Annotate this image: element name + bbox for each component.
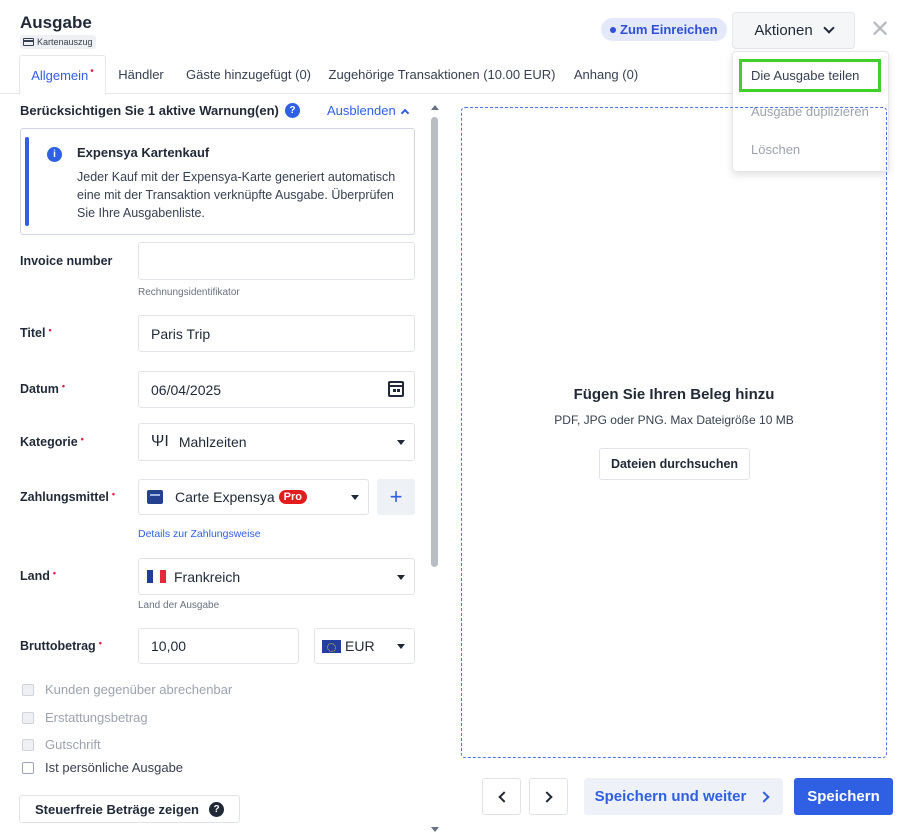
payment-label: Zahlungsmittel •: [20, 489, 116, 504]
info-accent-bar: [25, 137, 29, 226]
required-marker: •: [90, 65, 94, 77]
show-tax-free-label: Steuerfreie Beträge zeigen: [34, 801, 199, 817]
warnings-heading: Berücksichtigen Sie 1 aktive Warnung(en)…: [20, 103, 300, 118]
billable-checkbox-row[interactable]: Kunden gegenüber abrechenbar: [22, 682, 232, 697]
gross-amount-input[interactable]: 10,00: [138, 628, 299, 664]
personal-expense-label: Ist persönliche Ausgabe: [45, 760, 184, 775]
status-label: Zum Einreichen: [620, 22, 718, 37]
hide-warnings-label: Ausblenden: [327, 103, 396, 118]
calendar-icon[interactable]: [388, 381, 404, 397]
personal-expense-checkbox[interactable]: [22, 761, 34, 774]
scroll-thumb[interactable]: [431, 117, 438, 567]
billable-label: Kunden gegenüber abrechenbar: [45, 682, 233, 697]
eu-flag-icon: [322, 639, 341, 653]
credit-note-label: Gutschrift: [45, 737, 101, 752]
refund-checkbox-row[interactable]: Erstattungsbetrag: [22, 710, 148, 725]
menu-item-share[interactable]: Die Ausgabe teilen: [739, 59, 881, 92]
country-value: Frankreich: [174, 568, 241, 585]
tab-bar: Allgemein • Händler Gäste hinzugefügt (0)…: [0, 55, 732, 95]
refund-checkbox[interactable]: [22, 711, 34, 724]
chevron-up-icon: [400, 108, 409, 117]
help-icon: ?: [209, 801, 224, 817]
save-button[interactable]: Speichern: [794, 778, 893, 815]
chevron-left-icon: [497, 790, 510, 803]
payment-details-link[interactable]: Details zur Zahlungsweise: [138, 528, 261, 540]
actions-button[interactable]: Aktionen: [732, 12, 855, 49]
currency-value: EUR: [345, 638, 375, 654]
caret-down-icon: [397, 440, 405, 445]
scroll-up-arrow-icon[interactable]: [431, 105, 439, 110]
form-scrollbar[interactable]: [428, 101, 442, 835]
actions-label: Aktionen: [754, 22, 813, 39]
status-badge: Zum Einreichen: [601, 18, 727, 41]
close-icon[interactable]: ✕: [869, 18, 891, 42]
category-select[interactable]: ΨΙ Mahlzeiten: [138, 423, 415, 461]
tab-general[interactable]: Allgemein •: [19, 55, 106, 95]
title-input[interactable]: Paris Trip: [138, 315, 415, 352]
hide-warnings-link[interactable]: Ausblenden: [327, 103, 409, 118]
receipt-subtitle: PDF, JPG oder PNG. Max Dateigröße 10 MB: [554, 413, 794, 427]
category-value: Mahlzeiten: [178, 434, 247, 450]
tab-transactions[interactable]: Zugehörige Transaktionen (10.00 EUR): [326, 55, 558, 94]
card-statement-label: Kartenauszug: [37, 37, 93, 47]
invoice-number-label: Invoice number: [20, 254, 113, 268]
tab-guests[interactable]: Gäste hinzugefügt (0): [180, 55, 317, 94]
country-label: Land •: [20, 568, 57, 583]
chevron-down-icon: [823, 22, 835, 34]
personal-expense-checkbox-row[interactable]: Ist persönliche Ausgabe: [22, 760, 183, 775]
pro-badge: Pro: [278, 490, 307, 504]
country-select[interactable]: Frankreich: [138, 558, 415, 595]
payment-select[interactable]: Carte Expensya Pro: [138, 479, 369, 515]
warnings-heading-text: Berücksichtigen Sie 1 aktive Warnung(en): [20, 103, 279, 118]
chevron-right-icon: [758, 790, 771, 803]
receipt-drop-zone[interactable]: Fügen Sie Ihren Beleg hinzu PDF, JPG ode…: [461, 107, 887, 758]
country-hint: Land der Ausgabe: [138, 600, 220, 611]
title-label: Titel •: [20, 325, 52, 340]
caret-down-icon: [351, 495, 359, 500]
status-dot-icon: [610, 26, 616, 33]
warning-info-box: i Expensya Kartenkauf Jeder Kauf mit der…: [20, 128, 415, 235]
payment-value: Carte Expensya: [175, 489, 275, 505]
date-input[interactable]: 06/04/2025: [138, 371, 415, 408]
add-payment-button[interactable]: +: [377, 479, 415, 515]
gross-amount-label: Bruttobetrag •: [20, 638, 102, 653]
save-and-next-label: Speichern und weiter: [594, 788, 747, 805]
billable-checkbox[interactable]: [22, 683, 34, 696]
credit-note-checkbox-row[interactable]: Gutschrift: [22, 737, 101, 752]
category-label: Kategorie •: [20, 434, 84, 449]
previous-button[interactable]: [482, 778, 521, 815]
page-title: Ausgabe: [20, 13, 92, 32]
date-label: Datum •: [20, 381, 66, 396]
save-and-next-button[interactable]: Speichern und weiter: [584, 778, 783, 815]
date-value: 06/04/2025: [151, 381, 222, 398]
chevron-right-icon: [540, 790, 553, 803]
tab-attachments[interactable]: Anhang (0): [566, 55, 646, 94]
show-tax-free-button[interactable]: Steuerfreie Beträge zeigen ?: [19, 795, 240, 823]
invoice-number-hint: Rechnungsidentifikator: [138, 287, 240, 298]
france-flag-icon: [147, 570, 166, 583]
info-body: Jeder Kauf mit der Expensya-Karte generi…: [77, 170, 396, 220]
credit-card-icon: [23, 38, 34, 46]
cutlery-icon: ΨΙ: [151, 433, 169, 450]
credit-note-checkbox[interactable]: [22, 738, 34, 751]
next-button[interactable]: [529, 778, 568, 815]
help-icon[interactable]: ?: [284, 103, 300, 118]
caret-down-icon: [397, 574, 405, 580]
scroll-down-arrow-icon[interactable]: [431, 827, 439, 832]
card-statement-badge: Kartenauszug: [20, 35, 96, 49]
invoice-number-input[interactable]: [138, 242, 415, 280]
browse-files-button[interactable]: Dateien durchsuchen: [599, 448, 750, 480]
refund-label: Erstattungsbetrag: [45, 710, 148, 725]
info-icon: i: [47, 147, 62, 162]
payment-card-icon: [147, 490, 163, 504]
tab-merchant[interactable]: Händler: [110, 55, 172, 94]
caret-down-icon: [397, 644, 405, 649]
tab-general-label: Allgemein: [31, 67, 89, 83]
receipt-title: Fügen Sie Ihren Beleg hinzu: [573, 386, 775, 403]
currency-select[interactable]: EUR: [314, 628, 415, 664]
info-title: Expensya Kartenkauf: [77, 145, 210, 160]
